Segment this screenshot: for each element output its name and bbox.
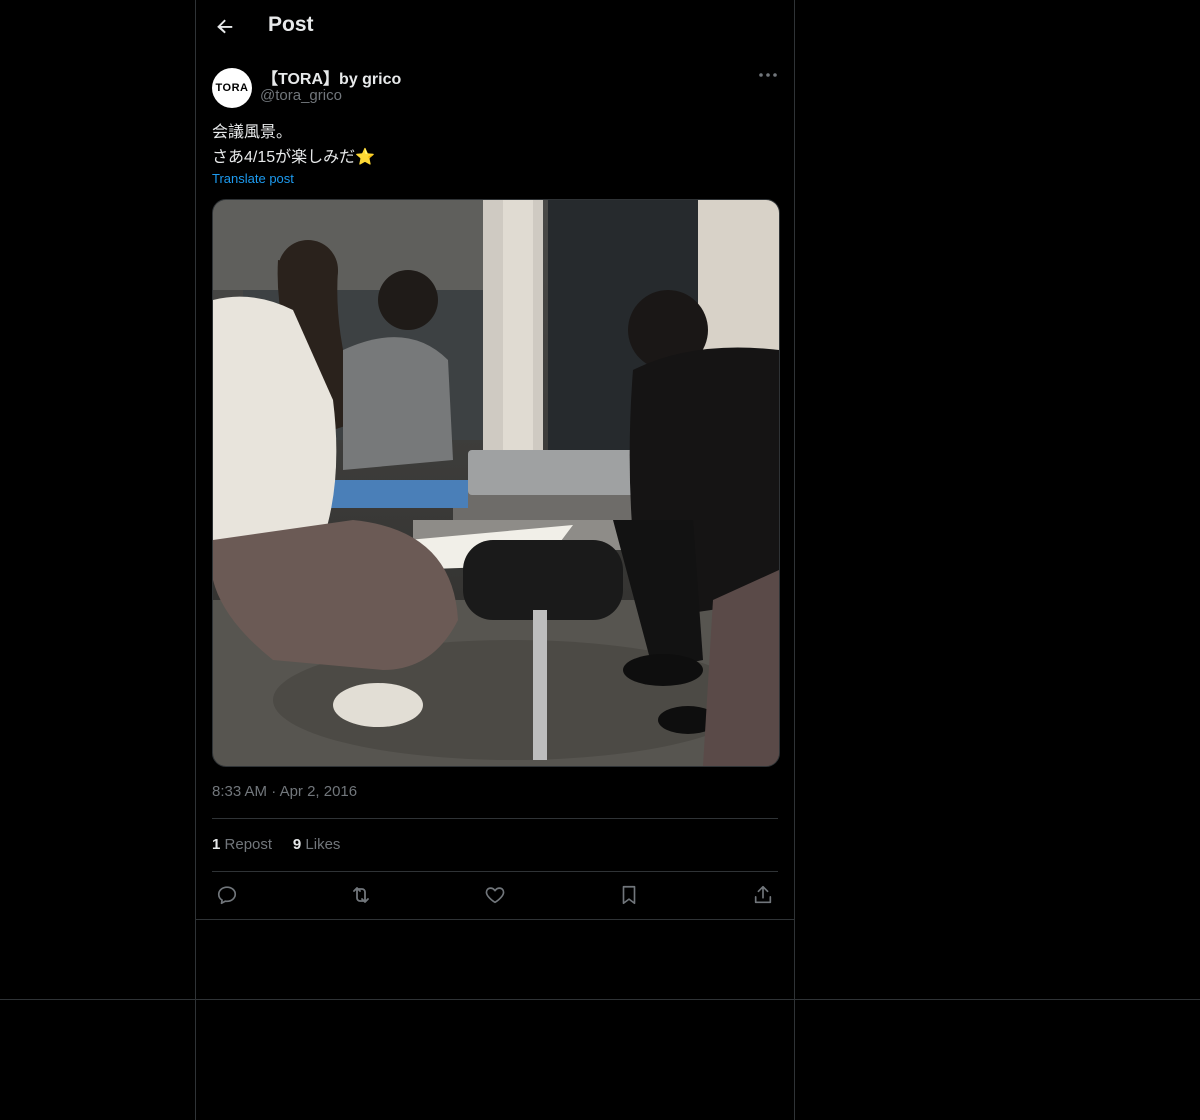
share-icon[interactable] <box>748 880 778 910</box>
translate-post-link[interactable]: Translate post <box>212 171 294 186</box>
post-text-line-1: 会議風景。 <box>212 124 293 141</box>
star-emoji-icon: ⭐ <box>355 149 376 166</box>
post-actions <box>212 880 778 910</box>
divider <box>196 919 794 920</box>
reposts-count: 1 <box>212 836 221 853</box>
post-image[interactable] <box>212 199 780 767</box>
reply-icon[interactable] <box>212 880 242 910</box>
post-stats: 1 Repost 9 Likes <box>212 836 340 853</box>
author-handle[interactable]: @tora_grico <box>260 87 342 104</box>
page-header: Post <box>196 0 794 54</box>
avatar-logo-text: TORA <box>215 82 249 94</box>
divider <box>212 871 778 872</box>
post-text-line-2: さあ4/15が楽しみだ⭐ <box>212 145 375 170</box>
likes-label: Likes <box>305 836 341 853</box>
page-title: Post <box>268 13 314 36</box>
likes-stat[interactable]: 9 Likes <box>293 836 341 853</box>
divider <box>212 818 778 819</box>
more-icon[interactable] <box>756 64 780 86</box>
photo-illustration <box>213 200 779 766</box>
main-column: Post TORA 【TORA】by grico @tora_grico 会議風… <box>195 0 795 1120</box>
post-text-line-2-text: さあ4/15が楽しみだ <box>212 149 356 166</box>
avatar[interactable]: TORA <box>212 68 252 108</box>
arrow-left-icon[interactable] <box>212 14 238 40</box>
like-icon[interactable] <box>480 880 510 910</box>
reposts-stat[interactable]: 1 Repost <box>212 836 272 853</box>
reposts-label: Repost <box>224 836 273 853</box>
repost-icon[interactable] <box>346 880 376 910</box>
post-time: 8:33 AM <box>212 783 268 800</box>
post-date: Apr 2, 2016 <box>279 783 358 800</box>
author-display-name[interactable]: 【TORA】by grico <box>262 65 401 89</box>
meta-separator: · <box>271 783 277 800</box>
post-text: 会議風景。 さあ4/15が楽しみだ⭐ <box>212 120 375 170</box>
bookmark-icon[interactable] <box>614 880 644 910</box>
post-timestamp[interactable]: 8:33 AM · Apr 2, 2016 <box>212 783 357 800</box>
likes-count: 9 <box>292 836 302 853</box>
